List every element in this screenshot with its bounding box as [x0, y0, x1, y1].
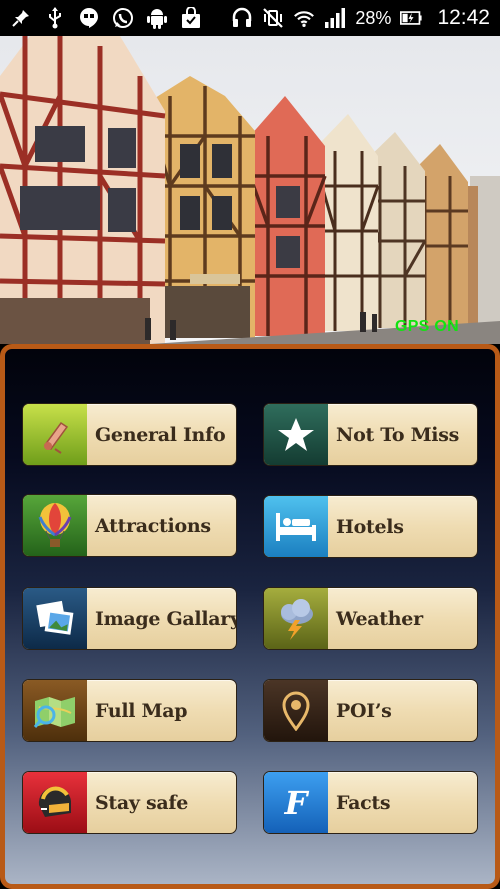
- signal-icon: [324, 7, 346, 29]
- general-info-button[interactable]: General Info: [22, 403, 237, 466]
- battery-percent: 28%: [355, 7, 392, 28]
- attractions-label: Attractions: [95, 514, 211, 537]
- scroll-icon: [23, 404, 87, 465]
- usb-icon: [44, 7, 66, 29]
- bed-icon: [264, 496, 328, 557]
- star-icon: [264, 404, 328, 465]
- android-icon: [146, 7, 168, 29]
- shopping-bag-icon: [180, 7, 202, 29]
- hot-air-balloon-icon: [23, 495, 87, 556]
- status-bar: 28% 12:42: [0, 0, 500, 36]
- header-photo: GPS ON: [0, 36, 500, 344]
- not-to-miss-button[interactable]: Not To Miss: [263, 403, 478, 466]
- hangouts-icon: [78, 7, 100, 29]
- pin-icon: [10, 7, 32, 29]
- svg-text:F: F: [284, 784, 310, 822]
- whatsapp-icon: [112, 7, 134, 29]
- notification-icons: [10, 0, 202, 36]
- facts-label: Facts: [336, 791, 391, 814]
- weather-label: Weather: [336, 607, 423, 630]
- clock: 12:42: [437, 6, 490, 29]
- weather-button[interactable]: Weather: [263, 587, 478, 650]
- full-map-label: Full Map: [95, 699, 188, 722]
- main-menu-panel: General Info Not To Miss Attractions Hot…: [0, 344, 500, 889]
- headset-icon: [231, 7, 253, 29]
- hotels-label: Hotels: [336, 515, 404, 538]
- image-gallery-label: Image Gallary: [95, 607, 237, 630]
- general-info-label: General Info: [95, 423, 226, 446]
- hotels-button[interactable]: Hotels: [263, 495, 478, 558]
- poi-button[interactable]: POI’s: [263, 679, 478, 742]
- stay-safe-button[interactable]: Stay safe: [22, 771, 237, 834]
- image-gallery-button[interactable]: Image Gallary: [22, 587, 237, 650]
- storm-cloud-icon: [264, 588, 328, 649]
- photos-icon: [23, 588, 87, 649]
- vibrate-off-icon: [262, 7, 284, 29]
- location-pin-icon: [264, 680, 328, 741]
- helmet-icon: [23, 772, 87, 833]
- stay-safe-label: Stay safe: [95, 791, 189, 814]
- wifi-icon: [293, 7, 315, 29]
- battery-charging-icon: [400, 7, 423, 29]
- system-status: 28% 12:42: [231, 0, 490, 36]
- half-timbered-street-image: [0, 36, 500, 344]
- facts-button[interactable]: F Facts: [263, 771, 478, 834]
- full-map-button[interactable]: Full Map: [22, 679, 237, 742]
- gps-status: GPS ON: [394, 318, 459, 335]
- poi-label: POI’s: [336, 699, 392, 722]
- attractions-button[interactable]: Attractions: [22, 494, 237, 557]
- map-icon: [23, 680, 87, 741]
- facts-icon: F: [264, 772, 328, 833]
- not-to-miss-label: Not To Miss: [336, 423, 460, 446]
